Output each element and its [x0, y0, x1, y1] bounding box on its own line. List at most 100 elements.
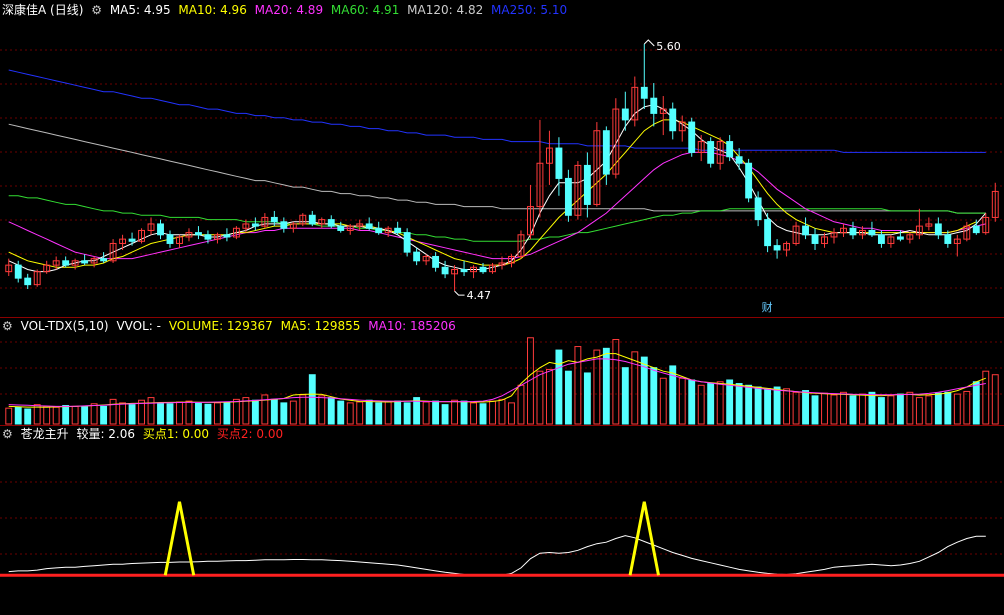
volume-bar [877, 397, 885, 425]
volume-bar [896, 393, 904, 425]
volume-bar [934, 392, 942, 425]
candle-body [413, 251, 421, 262]
volume-bar [128, 404, 136, 425]
volume-bar [707, 383, 715, 425]
candle-body [745, 162, 753, 199]
volume-bar [308, 374, 316, 425]
candle-body [896, 236, 904, 240]
volume-bar [166, 403, 174, 425]
candle-body [868, 229, 876, 236]
volume-bar [963, 390, 971, 425]
volume-bar [631, 351, 639, 425]
candle-body [764, 219, 772, 247]
volume-bar [327, 397, 335, 425]
candle-body [688, 121, 696, 153]
volume-bar [840, 391, 847, 425]
candle-body [726, 141, 734, 158]
volume-bar [830, 394, 838, 425]
volume-bar [792, 391, 800, 425]
volume-bar [289, 400, 297, 425]
volume-bar [375, 402, 383, 425]
volume-bar [432, 400, 440, 425]
candle-body [280, 221, 288, 229]
volume-bar [773, 386, 781, 425]
candle-body [773, 245, 781, 251]
volume-bar [849, 395, 857, 425]
volume-bar [489, 400, 496, 425]
candle-body [707, 141, 715, 164]
candle-body [849, 227, 857, 236]
volume-bar [100, 405, 108, 425]
volume-bar [508, 402, 515, 425]
volume-bar [859, 393, 866, 425]
candle-body [669, 108, 677, 132]
volume-bar [944, 391, 952, 425]
volume-bar [953, 393, 961, 425]
volume-bar [735, 383, 743, 425]
volume-bar [821, 392, 828, 425]
volume-bar [157, 402, 164, 425]
volume-bar [337, 400, 345, 425]
candle-body [432, 255, 440, 268]
volume-bar [716, 381, 724, 425]
candle-body [811, 234, 819, 244]
volume-bar [81, 406, 89, 425]
volume-bar [802, 390, 809, 425]
volume-bar [365, 399, 373, 425]
volume-bar [754, 386, 762, 425]
volume-bar [498, 398, 506, 425]
ma250-line [8, 69, 986, 153]
candle-body [337, 225, 345, 231]
high-price-label: 5.60 [656, 40, 681, 53]
candle-body [735, 156, 743, 164]
candle-body [270, 216, 278, 223]
volume-bar [213, 402, 221, 425]
candle-body [640, 86, 648, 99]
volume-bar [318, 395, 326, 425]
ratio-line [8, 535, 986, 577]
volume-bar [5, 407, 13, 425]
candle-body [100, 258, 108, 262]
volume-bar [593, 349, 601, 425]
candle-body [754, 197, 762, 221]
candle-body [972, 225, 980, 234]
volume-bar [346, 402, 354, 425]
volume-bar [460, 400, 468, 425]
candle-body [564, 177, 572, 216]
volume-bar [555, 349, 563, 425]
candle-body [934, 223, 942, 236]
volume-bar [887, 395, 895, 425]
volume-bar [811, 395, 819, 425]
volume-bar [545, 368, 553, 425]
candle-body [195, 232, 202, 236]
volume-bar [109, 398, 117, 425]
volume-bar [925, 395, 933, 425]
candle-body [251, 223, 259, 227]
volume-bar [650, 367, 658, 425]
volume-ma10-line [8, 358, 986, 407]
volume-bar [583, 372, 591, 425]
candle-body [650, 97, 658, 114]
candle-body [223, 234, 231, 238]
candle-body [204, 234, 212, 240]
volume-bar [195, 402, 202, 425]
volume-bar [14, 406, 22, 425]
volume-bar [536, 370, 544, 425]
volume-bar [915, 397, 923, 425]
volume-bar [356, 401, 364, 425]
candle-body [460, 268, 468, 273]
volume-bar [745, 384, 753, 425]
finance-marker[interactable]: 财 [762, 300, 773, 314]
candle-body [555, 147, 563, 179]
volume-bar [90, 403, 98, 425]
volume-bar [441, 404, 449, 425]
stock-chart[interactable]: 5.60 4.47 财 [0, 0, 1004, 615]
volume-bar [71, 405, 79, 425]
volume-bar [517, 384, 525, 425]
volume-bar [62, 405, 70, 425]
candle-body [81, 260, 89, 264]
volume-bar [403, 402, 411, 425]
candle-body [403, 232, 411, 253]
volume-bar [479, 403, 487, 425]
candle-body [479, 266, 487, 273]
